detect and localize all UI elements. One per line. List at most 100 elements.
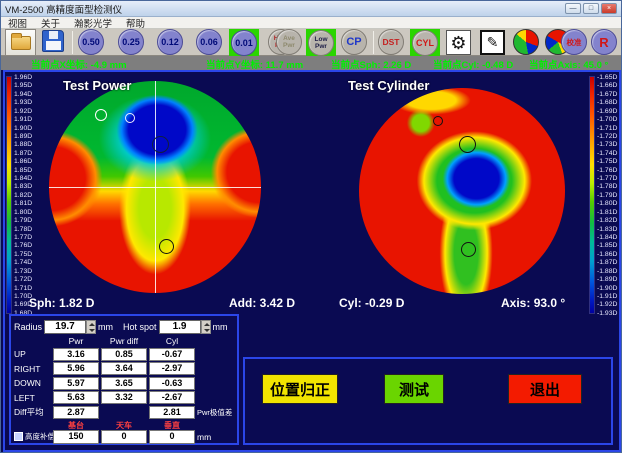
- folder-icon: [11, 36, 31, 50]
- power-map[interactable]: [49, 81, 261, 293]
- scale-tick-label: -1.71D: [597, 125, 622, 132]
- scale-tick-label: 1.80D: [14, 209, 41, 216]
- reposition-button[interactable]: 位置归正: [262, 374, 338, 404]
- edit-button[interactable]: ✎: [480, 30, 505, 55]
- precision-0.12-button[interactable]: 0.12: [157, 29, 183, 55]
- measure-value-cell: 3.65: [101, 377, 147, 390]
- comp-carriage-input[interactable]: 0: [101, 430, 147, 444]
- exit-button[interactable]: 退出: [508, 374, 582, 404]
- comp-base-input[interactable]: 150: [53, 430, 99, 444]
- radius-input[interactable]: 19.7: [44, 320, 86, 334]
- measure-value-cell: 3.64: [101, 362, 147, 375]
- scale-tick-label: 1.87D: [14, 150, 41, 157]
- axis-readout: Axis: 93.0 °: [501, 296, 565, 310]
- precision-0.06-button[interactable]: 0.06: [196, 29, 222, 55]
- menu-item-help[interactable]: 帮助: [119, 16, 152, 30]
- comp-vertical-input[interactable]: 0: [149, 430, 195, 444]
- add-readout: Add: 3.42 D: [229, 296, 295, 310]
- scale-tick-label: -1.68D: [597, 99, 622, 106]
- menu-item-view[interactable]: 视图: [1, 16, 34, 30]
- cylinder-map[interactable]: [359, 88, 565, 294]
- action-panel: 位置归正 测试 退出: [243, 357, 613, 445]
- status-bar: 当前点X坐标: -4.9 mm 当前点Y坐标: 11.7 mm 当前点Sph: …: [1, 56, 621, 70]
- comp-unit: mm: [197, 432, 234, 442]
- hotspot-unit: mm: [213, 322, 228, 332]
- minimize-button[interactable]: —: [565, 3, 581, 14]
- settings-button[interactable]: ⚙: [446, 30, 471, 55]
- radius-stepper-down[interactable]: [87, 327, 95, 333]
- close-button[interactable]: ×: [601, 3, 617, 14]
- comp-header-carriage: 天车: [101, 420, 147, 428]
- scale-tick-label: -1.80D: [597, 200, 622, 207]
- scale-tick-label: 1.74D: [14, 259, 41, 266]
- scale-tick-label: -1.92D: [597, 301, 622, 308]
- scale-tick-label: -1.91D: [597, 293, 622, 300]
- cyl-button-selected[interactable]: CYL: [410, 29, 440, 56]
- scale-tick-label: -1.74D: [597, 150, 622, 157]
- maximize-button[interactable]: □: [583, 3, 599, 14]
- hotspot-label: Hot spot: [123, 322, 157, 332]
- low-pwr-button-selected[interactable]: Low Pwr: [306, 29, 336, 56]
- scale-tick-label: 1.75D: [14, 251, 41, 258]
- cp-button[interactable]: CP: [341, 29, 367, 55]
- scale-tick-label: 1.89D: [14, 133, 41, 140]
- calibrate-button[interactable]: 校准: [561, 29, 587, 55]
- open-file-button[interactable]: [5, 29, 36, 56]
- cyl-readout: Cyl: -0.29 D: [339, 296, 404, 310]
- right-color-scale-strip: [589, 76, 595, 314]
- r-button[interactable]: R: [591, 29, 617, 55]
- precision-0.01-button-selected[interactable]: 0.01: [229, 29, 259, 56]
- precision-0.50-button[interactable]: 0.50: [78, 29, 104, 55]
- scale-tick-label: -1.85D: [597, 242, 622, 249]
- scale-tick-label: -1.88D: [597, 268, 622, 275]
- column-header-cyl: Cyl: [149, 336, 195, 346]
- hotspot-stepper-down[interactable]: [202, 327, 210, 333]
- scale-tick-label: 1.78D: [14, 226, 41, 233]
- height-compensation-checkbox[interactable]: [14, 432, 23, 441]
- scale-tick-label: -1.87D: [597, 259, 622, 266]
- toolbar: 0.50 0.25 0.12 0.06 0.01 High Pwr Ave Pw…: [1, 29, 621, 56]
- measure-table: Pwr Pwr diff Cyl UP3.160.85-0.67RIGHT5.9…: [14, 336, 234, 444]
- scale-tick-label: -1.66D: [597, 82, 622, 89]
- precision-0.25-button[interactable]: 0.25: [118, 29, 144, 55]
- axis-value: 93.0 °: [534, 296, 566, 310]
- window-title: VM-2500 高精度面型检测仪: [5, 2, 563, 16]
- scale-tick-label: -1.89D: [597, 276, 622, 283]
- annotation-circle: [159, 239, 174, 254]
- save-button[interactable]: [42, 30, 67, 55]
- measure-value-cell: 3.32: [101, 391, 147, 404]
- scale-tick-label: 1.90D: [14, 125, 41, 132]
- measure-value-cell: -0.67: [149, 348, 195, 361]
- ave-pwr-button[interactable]: Ave Pwr: [276, 29, 302, 55]
- menu-item-about[interactable]: 关于: [34, 16, 67, 30]
- scale-tick-label: 1.92D: [14, 108, 41, 115]
- status-cyl: 当前点Cyl: -0.48 D: [433, 57, 513, 71]
- scale-tick-label: 1.83D: [14, 183, 41, 190]
- annotation-circle: [95, 109, 107, 121]
- direction-label-up: UP: [14, 349, 51, 359]
- main-area: 1.96D1.95D1.94D1.93D1.92D1.91D1.90D1.89D…: [3, 70, 621, 452]
- annotation-circle: [461, 242, 476, 257]
- annotation-circle: [125, 113, 135, 123]
- scale-tick-label: -1.77D: [597, 175, 622, 182]
- power-map-button[interactable]: [513, 29, 539, 55]
- scale-tick-label: -1.65D: [597, 74, 622, 81]
- radius-label: Radius: [14, 322, 42, 332]
- scale-tick-label: 1.88D: [14, 141, 41, 148]
- annotation-circle: [433, 116, 443, 126]
- scale-tick-label: -1.67D: [597, 91, 622, 98]
- dst-button[interactable]: DST: [378, 29, 404, 55]
- scale-tick-label: 1.93D: [14, 99, 41, 106]
- low-pwr-circle: Low Pwr: [308, 30, 334, 56]
- app-window: VM-2500 高精度面型检测仪 — □ × 视图 关于 瀚影光学 帮助 0.5…: [0, 0, 622, 453]
- menu-item-company[interactable]: 瀚影光学: [67, 16, 119, 30]
- test-button[interactable]: 测试: [384, 374, 444, 404]
- height-compensation-label: 高度补偿: [25, 431, 55, 442]
- comp-header-vertical: 垂直: [149, 420, 195, 428]
- status-x-coordinate: 当前点X坐标: -4.9 mm: [31, 57, 127, 71]
- scale-tick-label: 1.95D: [14, 82, 41, 89]
- hotspot-input[interactable]: 1.9: [159, 320, 201, 334]
- scale-tick-label: -1.90D: [597, 285, 622, 292]
- crosshair-horizontal: [49, 187, 261, 188]
- measure-value-cell: 3.16: [53, 348, 99, 361]
